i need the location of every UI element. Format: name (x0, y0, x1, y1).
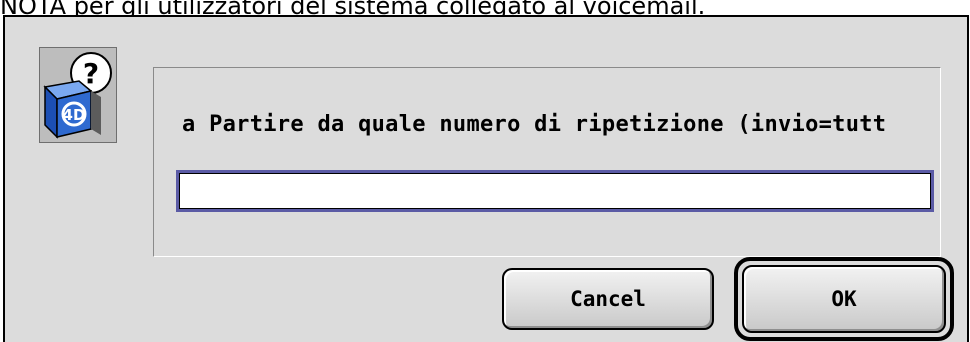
input-dialog: ? 4D a Partire da quale numero di ripeti… (3, 15, 969, 342)
svg-text:4D: 4D (63, 106, 86, 124)
4d-question-icon: ? 4D (39, 47, 117, 143)
repetition-number-input[interactable] (176, 170, 934, 212)
svg-text:?: ? (83, 57, 99, 90)
prompt-label: a Partire da quale numero di ripetizione… (182, 112, 887, 137)
prompt-panel: a Partire da quale numero di ripetizione… (153, 67, 941, 257)
ok-button[interactable]: OK (742, 265, 946, 333)
cancel-button[interactable]: Cancel (502, 268, 714, 330)
